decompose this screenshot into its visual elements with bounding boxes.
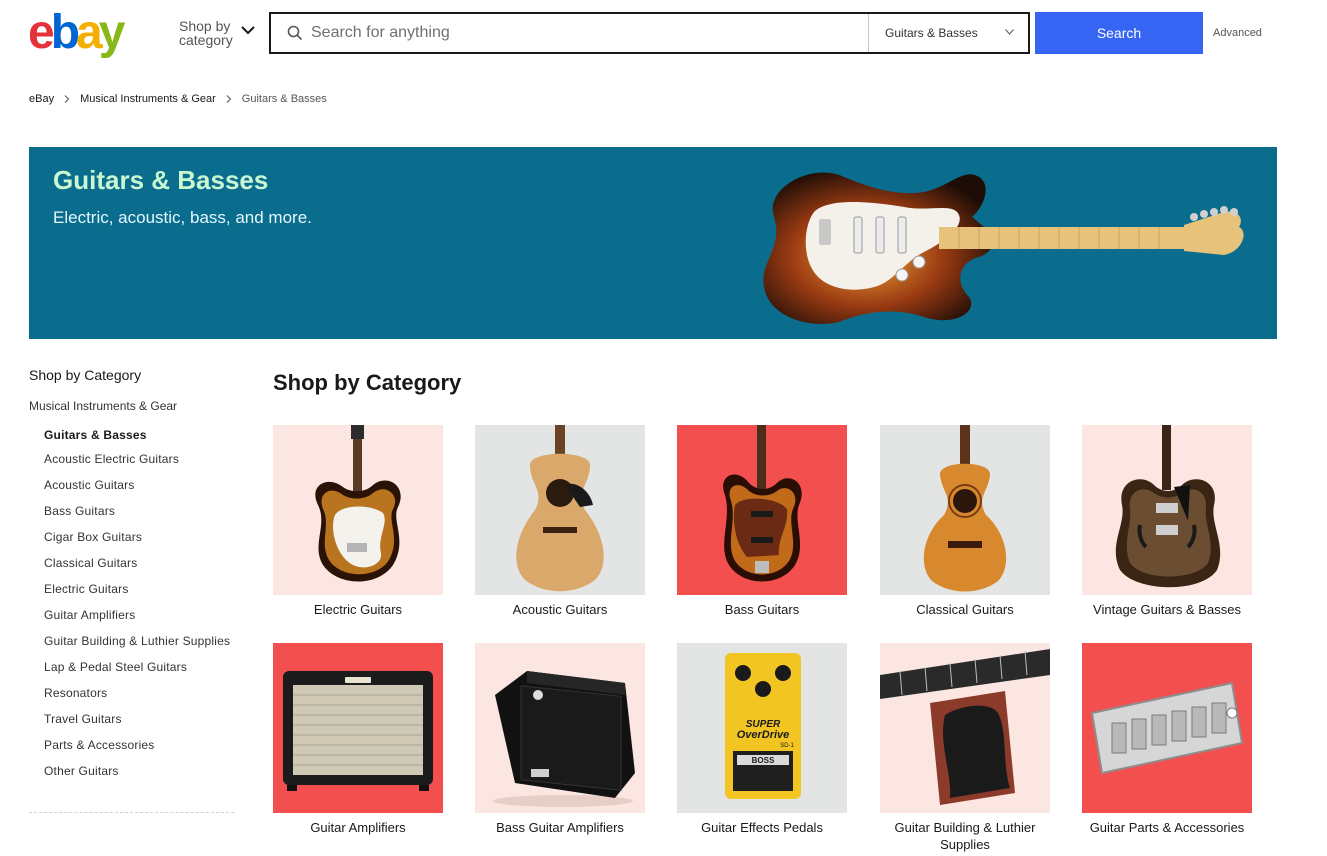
sidebar-list: Guitars & Basses Acoustic Electric Guita… — [29, 427, 234, 779]
neck-rest-icon — [880, 643, 1050, 813]
category-card-vintage-guitars[interactable]: Vintage Guitars & Basses — [1082, 425, 1252, 618]
category-sidebar: Shop by Category Musical Instruments & G… — [29, 367, 234, 789]
category-label: Guitar Amplifiers — [310, 820, 406, 835]
breadcrumb-current: Guitars & Basses — [241, 93, 327, 105]
category-label: Guitar Building & Luthier Supplies — [894, 820, 1036, 852]
ebay-logo[interactable]: ebay — [28, 8, 148, 58]
category-label: Bass Guitar Amplifiers — [496, 820, 624, 835]
category-label: Guitar Parts & Accessories — [1089, 820, 1245, 835]
acoustic-guitar-icon — [475, 425, 645, 595]
sidebar-item-other-guitars[interactable]: Other Guitars — [44, 763, 234, 779]
sidebar-item-cigar-box-guitars[interactable]: Cigar Box Guitars — [44, 529, 234, 545]
category-label: Vintage Guitars & Basses — [1093, 602, 1241, 617]
sidebar-item-guitar-building[interactable]: Guitar Building & Luthier Supplies — [44, 633, 234, 649]
shop-by-category-button[interactable]: Shop by category — [179, 18, 255, 48]
category-select-value: Guitars & Basses — [885, 26, 978, 40]
svg-text:ebay: ebay — [28, 8, 126, 58]
chevron-right-icon — [64, 95, 70, 103]
pedal-line2: OverDrive — [737, 729, 790, 741]
pedal-brand: BOSS — [752, 756, 775, 765]
electric-guitar-icon — [273, 425, 443, 595]
classical-guitar-icon — [880, 425, 1050, 595]
category-card-acoustic-guitars[interactable]: Acoustic Guitars — [475, 425, 645, 618]
category-card-guitar-parts[interactable]: Guitar Parts & Accessories — [1082, 643, 1252, 836]
category-card-bass-amplifiers[interactable]: Bass Guitar Amplifiers — [475, 643, 645, 836]
search-icon — [287, 25, 303, 41]
bass-guitar-icon — [677, 425, 847, 595]
amplifier-icon — [273, 643, 443, 813]
category-card-guitar-building[interactable]: Guitar Building & Luthier Supplies — [880, 643, 1050, 853]
sidebar-item-guitars-basses: Guitars & Basses — [44, 428, 147, 442]
search-input[interactable] — [311, 14, 861, 52]
search-bar: Guitars & Basses — [269, 12, 1030, 54]
breadcrumb-musical-instruments[interactable]: Musical Instruments & Gear — [80, 93, 216, 105]
chevron-right-icon — [226, 95, 232, 103]
sidebar-item-resonators[interactable]: Resonators — [44, 685, 234, 701]
bass-amplifier-icon — [475, 643, 645, 813]
search-button[interactable]: Search — [1035, 12, 1203, 54]
vintage-guitar-icon — [1082, 425, 1252, 595]
category-card-guitar-amplifiers[interactable]: Guitar Amplifiers — [273, 643, 443, 836]
hero-title: Guitars & Basses — [53, 165, 269, 195]
bridge-icon — [1082, 643, 1252, 813]
category-select[interactable]: Guitars & Basses — [868, 14, 1028, 52]
category-label: Acoustic Guitars — [512, 602, 608, 617]
chevron-down-icon — [1005, 29, 1014, 35]
sidebar-item-acoustic-electric-guitars[interactable]: Acoustic Electric Guitars — [44, 451, 234, 467]
chevron-down-icon — [241, 26, 255, 35]
category-label: Classical Guitars — [916, 602, 1014, 617]
shop-by-line2: category — [179, 32, 233, 48]
hero-subtitle: Electric, acoustic, bass, and more. — [53, 208, 312, 227]
electric-guitar-image — [763, 172, 1244, 324]
category-card-classical-guitars[interactable]: Classical Guitars — [880, 425, 1050, 618]
sidebar-divider — [29, 812, 234, 813]
category-label: Bass Guitars — [724, 602, 800, 617]
pedal-model: SD-1 — [780, 743, 794, 749]
sidebar-item-parts-accessories[interactable]: Parts & Accessories — [44, 737, 234, 753]
sidebar-item-bass-guitars[interactable]: Bass Guitars — [44, 503, 234, 519]
sidebar-parent-link[interactable]: Musical Instruments & Gear — [29, 399, 234, 413]
shop-by-line1: Shop by — [179, 18, 231, 34]
breadcrumb-ebay[interactable]: eBay — [29, 93, 54, 105]
advanced-search-link[interactable]: Advanced — [1213, 27, 1262, 39]
sidebar-item-guitar-amplifiers[interactable]: Guitar Amplifiers — [44, 607, 234, 623]
sidebar-item-electric-guitars[interactable]: Electric Guitars — [44, 581, 234, 597]
sidebar-item-travel-guitars[interactable]: Travel Guitars — [44, 711, 234, 727]
hero-banner: Guitars & Basses Electric, acoustic, bas… — [29, 147, 1277, 339]
main-title: Shop by Category — [273, 370, 462, 395]
sidebar-item-acoustic-guitars[interactable]: Acoustic Guitars — [44, 477, 234, 493]
sidebar-item-classical-guitars[interactable]: Classical Guitars — [44, 555, 234, 571]
effects-pedal-icon: SUPER OverDrive SD-1 BOSS — [677, 643, 847, 813]
category-card-bass-guitars[interactable]: Bass Guitars — [677, 425, 847, 618]
breadcrumb: eBay Musical Instruments & Gear Guitars … — [29, 93, 327, 105]
sidebar-item-lap-pedal-steel[interactable]: Lap & Pedal Steel Guitars — [44, 659, 234, 675]
category-label: Guitar Effects Pedals — [701, 820, 823, 835]
category-label: Electric Guitars — [313, 602, 403, 617]
category-card-electric-guitars[interactable]: Electric Guitars — [273, 425, 443, 618]
sidebar-title: Shop by Category — [29, 367, 142, 383]
category-card-effects-pedals[interactable]: SUPER OverDrive SD-1 BOSS Guitar Effects… — [677, 643, 847, 836]
